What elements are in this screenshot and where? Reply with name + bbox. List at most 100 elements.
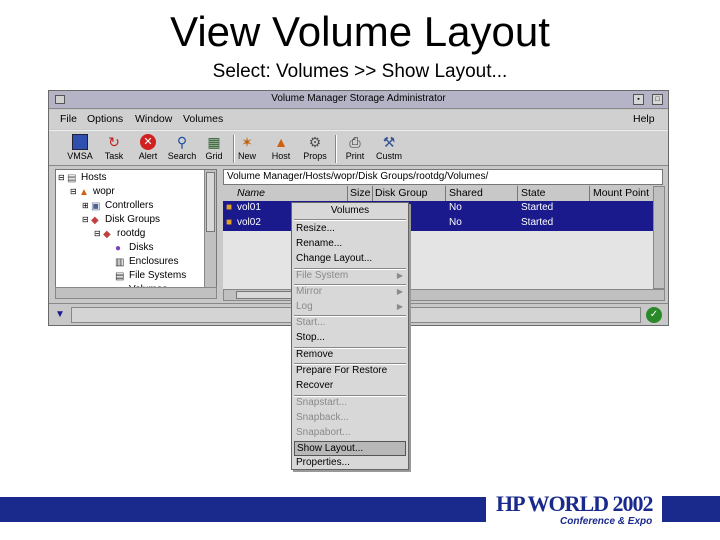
toolbar-task-button[interactable]: ↻ Task (97, 133, 131, 165)
menu-window[interactable]: Window (135, 113, 172, 125)
tree-item-disks[interactable]: ● Disks (106, 242, 153, 256)
tree-label: Controllers (105, 200, 154, 211)
column-name[interactable]: Name (237, 187, 265, 199)
toolbar-search-button[interactable]: ⚲ Search (165, 133, 199, 165)
toolbar-label: Custm (375, 151, 402, 161)
menu-item-remove[interactable]: Remove (294, 348, 406, 363)
column-disk-group[interactable]: Disk Group (375, 187, 428, 199)
toolbar-print-button[interactable]: ⎙ Print (338, 133, 372, 165)
tree-item-enclosures[interactable]: ▥ Enclosures (106, 256, 178, 270)
expander-icon[interactable]: ⊟ (82, 215, 91, 224)
grid-icon: ▦ (207, 134, 221, 150)
expander-icon[interactable]: ⊟ (58, 173, 67, 182)
expander-icon[interactable]: ⊟ (70, 187, 79, 196)
toolbar-grid-button[interactable]: ▦ Grid (197, 133, 231, 165)
tree-item-file-systems[interactable]: ▤ File Systems (106, 270, 186, 284)
table-row[interactable]: ■ vol01 No Started (223, 201, 653, 216)
tree-vertical-scrollbar[interactable] (204, 170, 216, 298)
toolbar-alert-button[interactable]: ✕ Alert (131, 133, 165, 165)
cell-state: Started (521, 202, 554, 213)
window-titlebar[interactable]: Volume Manager Storage Administrator ▪ □ (49, 91, 668, 109)
column-mount-point[interactable]: Mount Point (593, 187, 649, 199)
menu-item-start[interactable]: Start... (294, 316, 406, 331)
menu-item-label: File System (296, 270, 349, 281)
menu-item-log[interactable]: Log ▶ (294, 300, 406, 315)
alert-arrow-icon[interactable]: ▼ (52, 307, 68, 323)
toolbar-host-button[interactable]: ▲ Host (264, 133, 298, 165)
tree-item-wopr[interactable]: ⊟ ▲ wopr (70, 186, 115, 200)
grid-header: Name Size Disk Group Shared State Mount … (223, 186, 653, 201)
search-icon: ⚲ (176, 134, 188, 150)
column-divider[interactable] (445, 186, 446, 201)
object-tree[interactable]: ⊟ ▤ Hosts ⊟ ▲ wopr ⊞ ▣ Controllers ⊟ ◆ Disk Grou… (55, 169, 217, 299)
tree-item-hosts[interactable]: ⊟ ▤ Hosts (58, 172, 107, 186)
toolbar-label: Host (271, 151, 291, 161)
toolbar: VMSA ↻ Task ✕ Alert ⚲ Search ▦ Grid ✶ Ne… (49, 130, 668, 166)
column-shared[interactable]: Shared (449, 187, 483, 199)
cell-name: vol02 (237, 217, 261, 228)
menu-item-recover[interactable]: Recover (294, 379, 406, 394)
hosts-icon: ▤ (67, 173, 77, 184)
column-divider[interactable] (372, 186, 373, 201)
menu-item-snapstart[interactable]: Snapstart... (294, 396, 406, 411)
column-size[interactable]: Size (350, 187, 370, 199)
toolbar-vmsa-button[interactable]: VMSA (63, 133, 97, 165)
toolbar-props-button[interactable]: ⚙ Props (298, 133, 332, 165)
menu-item-resize[interactable]: Resize... (294, 222, 406, 237)
menu-item-label: Log (296, 301, 313, 312)
tree-label: File Systems (129, 270, 187, 281)
cell-state: Started (521, 217, 554, 228)
menu-item-snapabort[interactable]: Snapabort... (294, 426, 406, 441)
menu-file[interactable]: File (60, 113, 77, 125)
minimize-icon[interactable]: ▪ (633, 94, 644, 105)
expander-icon[interactable]: ⊟ (94, 229, 103, 238)
footer-bar (0, 496, 486, 522)
tree-item-disk-groups[interactable]: ⊟ ◆ Disk Groups (82, 214, 160, 228)
volume-icon: ■ (226, 202, 233, 213)
tree-horizontal-scrollbar[interactable] (55, 287, 217, 299)
toolbar-new-button[interactable]: ✶ New (230, 133, 264, 165)
tree-item-controllers[interactable]: ⊞ ▣ Controllers (82, 200, 153, 214)
toolbar-label: Grid (205, 151, 223, 161)
table-row[interactable]: ■ vol02 No Started (223, 216, 653, 231)
menu-item-change-layout[interactable]: Change Layout... (294, 252, 406, 267)
cell-shared: No (449, 217, 462, 228)
column-divider[interactable] (347, 186, 348, 201)
context-menu-title: Volumes (330, 205, 370, 216)
menu-item-snapback[interactable]: Snapback... (294, 411, 406, 426)
menu-item-stop[interactable]: Stop... (294, 331, 406, 346)
toolbar-label: VMSA (67, 151, 93, 161)
new-icon: ✶ (241, 134, 253, 150)
toolbar-label: Alert (138, 151, 158, 161)
cell-shared: No (449, 202, 462, 213)
volumes-context-menu: Volumes Resize... Rename... Change Layou… (291, 202, 409, 470)
menu-item-mirror[interactable]: Mirror ▶ (294, 285, 406, 300)
menu-volumes[interactable]: Volumes (183, 113, 223, 125)
menu-item-properties[interactable]: Properties... (294, 456, 406, 471)
toolbar-separator (335, 135, 337, 163)
maximize-icon[interactable]: □ (652, 94, 663, 105)
window-title: Volume Manager Storage Administrator (271, 93, 446, 104)
column-state[interactable]: State (521, 187, 546, 199)
toolbar-custm-button[interactable]: ⚒ Custm (372, 133, 406, 165)
props-icon: ⚙ (308, 134, 322, 150)
tree-label: Disks (129, 242, 154, 253)
toolbar-label: New (237, 151, 256, 161)
menu-item-prepare-for-restore[interactable]: Prepare For Restore (294, 364, 406, 379)
cell-name: vol01 (237, 202, 261, 213)
menu-item-rename[interactable]: Rename... (294, 237, 406, 252)
grid-horizontal-scrollbar[interactable] (223, 289, 665, 301)
menu-item-file-system[interactable]: File System ▶ (294, 269, 406, 284)
volume-grid[interactable]: ■ vol01 No Started ■ vol02 No Started (223, 201, 653, 289)
tree-label: rootdg (117, 228, 146, 239)
grid-vertical-scrollbar[interactable] (653, 186, 665, 289)
status-ok-icon[interactable]: ✓ (646, 307, 662, 323)
column-divider[interactable] (589, 186, 590, 201)
expander-icon[interactable]: ⊞ (82, 201, 91, 210)
menu-item-show-layout[interactable]: Show Layout... (294, 441, 406, 456)
menu-options[interactable]: Options (87, 113, 123, 125)
scroll-thumb[interactable] (206, 172, 215, 232)
tree-item-rootdg[interactable]: ⊟ ◆ rootdg (94, 228, 145, 242)
column-divider[interactable] (517, 186, 518, 201)
menu-help[interactable]: Help (633, 113, 655, 125)
